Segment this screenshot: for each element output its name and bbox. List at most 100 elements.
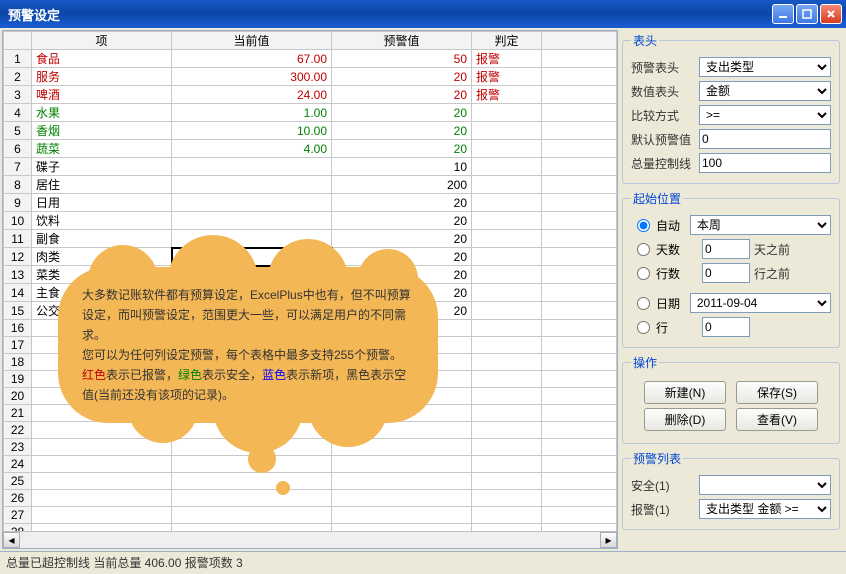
table-row[interactable]: 28 [4, 524, 617, 532]
total-ctrl-input[interactable] [699, 153, 831, 173]
row-header[interactable]: 28 [4, 524, 32, 532]
rows-input[interactable] [702, 263, 750, 283]
row-radio[interactable] [637, 321, 650, 334]
table-row[interactable]: 4水果1.0020 [4, 104, 617, 122]
cell-item[interactable]: 啤酒 [32, 86, 172, 104]
cell-judge[interactable] [472, 158, 542, 176]
cell-judge[interactable] [472, 122, 542, 140]
row-header[interactable]: 16 [4, 320, 32, 337]
row-header[interactable]: 13 [4, 266, 32, 284]
cell-judge[interactable] [472, 194, 542, 212]
table-row[interactable]: 6蔬菜4.0020 [4, 140, 617, 158]
cell-judge[interactable] [472, 302, 542, 320]
row-header[interactable]: 10 [4, 212, 32, 230]
scroll-right-button[interactable]: ▸ [600, 532, 617, 548]
col-item[interactable]: 项 [32, 32, 172, 50]
cell-current[interactable]: 4.00 [172, 140, 332, 158]
col-judge[interactable]: 判定 [472, 32, 542, 50]
table-row[interactable]: 8居住 200 [4, 176, 617, 194]
cell-warn[interactable]: 20 [332, 86, 472, 104]
cell-judge[interactable] [472, 140, 542, 158]
cell-item[interactable]: 碟子 [32, 158, 172, 176]
cell-judge[interactable] [472, 176, 542, 194]
row-header[interactable]: 25 [4, 473, 32, 490]
delete-button[interactable]: 删除(D) [644, 408, 726, 431]
cell-item[interactable]: 居住 [32, 176, 172, 194]
table-row[interactable]: 23 [4, 439, 617, 456]
value-header-select[interactable]: 金额 [699, 81, 831, 101]
cell-judge[interactable]: 报警 [472, 50, 542, 68]
cell-item[interactable]: 日用 [32, 194, 172, 212]
row-header[interactable]: 26 [4, 490, 32, 507]
table-row[interactable]: 22 [4, 422, 617, 439]
cell-item[interactable]: 水果 [32, 104, 172, 122]
new-button[interactable]: 新建(N) [644, 381, 726, 404]
cell-warn[interactable]: 50 [332, 50, 472, 68]
cell-judge[interactable]: 报警 [472, 86, 542, 104]
close-button[interactable] [820, 4, 842, 24]
row-header[interactable]: 8 [4, 176, 32, 194]
row-header[interactable]: 1 [4, 50, 32, 68]
cell-current[interactable]: 67.00 [172, 50, 332, 68]
table-row[interactable]: 1食品67.0050报警 [4, 50, 617, 68]
cell-warn[interactable]: 20 [332, 212, 472, 230]
row-header[interactable]: 5 [4, 122, 32, 140]
cell-current[interactable]: 24.00 [172, 86, 332, 104]
cell-judge[interactable] [472, 284, 542, 302]
cell-warn[interactable]: 20 [332, 140, 472, 158]
view-button[interactable]: 查看(V) [736, 408, 818, 431]
row-header[interactable]: 2 [4, 68, 32, 86]
table-row[interactable]: 27 [4, 507, 617, 524]
row-header[interactable]: 22 [4, 422, 32, 439]
row-header[interactable]: 23 [4, 439, 32, 456]
row-header[interactable]: 18 [4, 354, 32, 371]
cell-warn[interactable]: 20 [332, 104, 472, 122]
cell-item[interactable]: 饮料 [32, 212, 172, 230]
cell-item[interactable]: 香烟 [32, 122, 172, 140]
row-header[interactable]: 4 [4, 104, 32, 122]
cell-item[interactable]: 蔬菜 [32, 140, 172, 158]
row-header[interactable]: 14 [4, 284, 32, 302]
days-input[interactable] [702, 239, 750, 259]
cell-judge[interactable]: 报警 [472, 68, 542, 86]
table-row[interactable]: 3啤酒24.0020报警 [4, 86, 617, 104]
rows-radio[interactable] [637, 267, 650, 280]
row-header[interactable]: 19 [4, 371, 32, 388]
row-header[interactable]: 9 [4, 194, 32, 212]
row-header[interactable]: 27 [4, 507, 32, 524]
col-warn[interactable]: 预警值 [332, 32, 472, 50]
cell-judge[interactable] [472, 248, 542, 266]
row-header[interactable]: 20 [4, 388, 32, 405]
auto-select[interactable]: 本周 [690, 215, 831, 235]
table-row[interactable]: 25 [4, 473, 617, 490]
cell-current[interactable] [172, 158, 332, 176]
row-header[interactable]: 24 [4, 456, 32, 473]
cell-warn[interactable]: 20 [332, 68, 472, 86]
save-button[interactable]: 保存(S) [736, 381, 818, 404]
cell-item[interactable]: 食品 [32, 50, 172, 68]
row-header[interactable]: 6 [4, 140, 32, 158]
row-header[interactable]: 12 [4, 248, 32, 266]
row-header[interactable]: 15 [4, 302, 32, 320]
cell-warn[interactable]: 20 [332, 122, 472, 140]
date-radio[interactable] [637, 297, 650, 310]
col-current[interactable]: 当前值 [172, 32, 332, 50]
cell-item[interactable]: 副食 [32, 230, 172, 248]
table-row[interactable]: 2服务300.0020报警 [4, 68, 617, 86]
table-row[interactable]: 7碟子10 [4, 158, 617, 176]
safe-select[interactable] [699, 475, 831, 495]
row-header[interactable]: 7 [4, 158, 32, 176]
cell-current[interactable] [172, 212, 332, 230]
cell-current[interactable] [172, 194, 332, 212]
cell-warn[interactable]: 200 [332, 176, 472, 194]
cell-current[interactable]: 300.00 [172, 68, 332, 86]
cell-warn[interactable]: 20 [332, 194, 472, 212]
table-row[interactable]: 5香烟10.0020 [4, 122, 617, 140]
cell-judge[interactable] [472, 266, 542, 284]
compare-select[interactable]: >= [699, 105, 831, 125]
auto-radio[interactable] [637, 219, 650, 232]
cell-judge[interactable] [472, 104, 542, 122]
cell-current[interactable]: 1.00 [172, 104, 332, 122]
alarm-select[interactable]: 支出类型 金额 >= [699, 499, 831, 519]
cell-current[interactable] [172, 176, 332, 194]
